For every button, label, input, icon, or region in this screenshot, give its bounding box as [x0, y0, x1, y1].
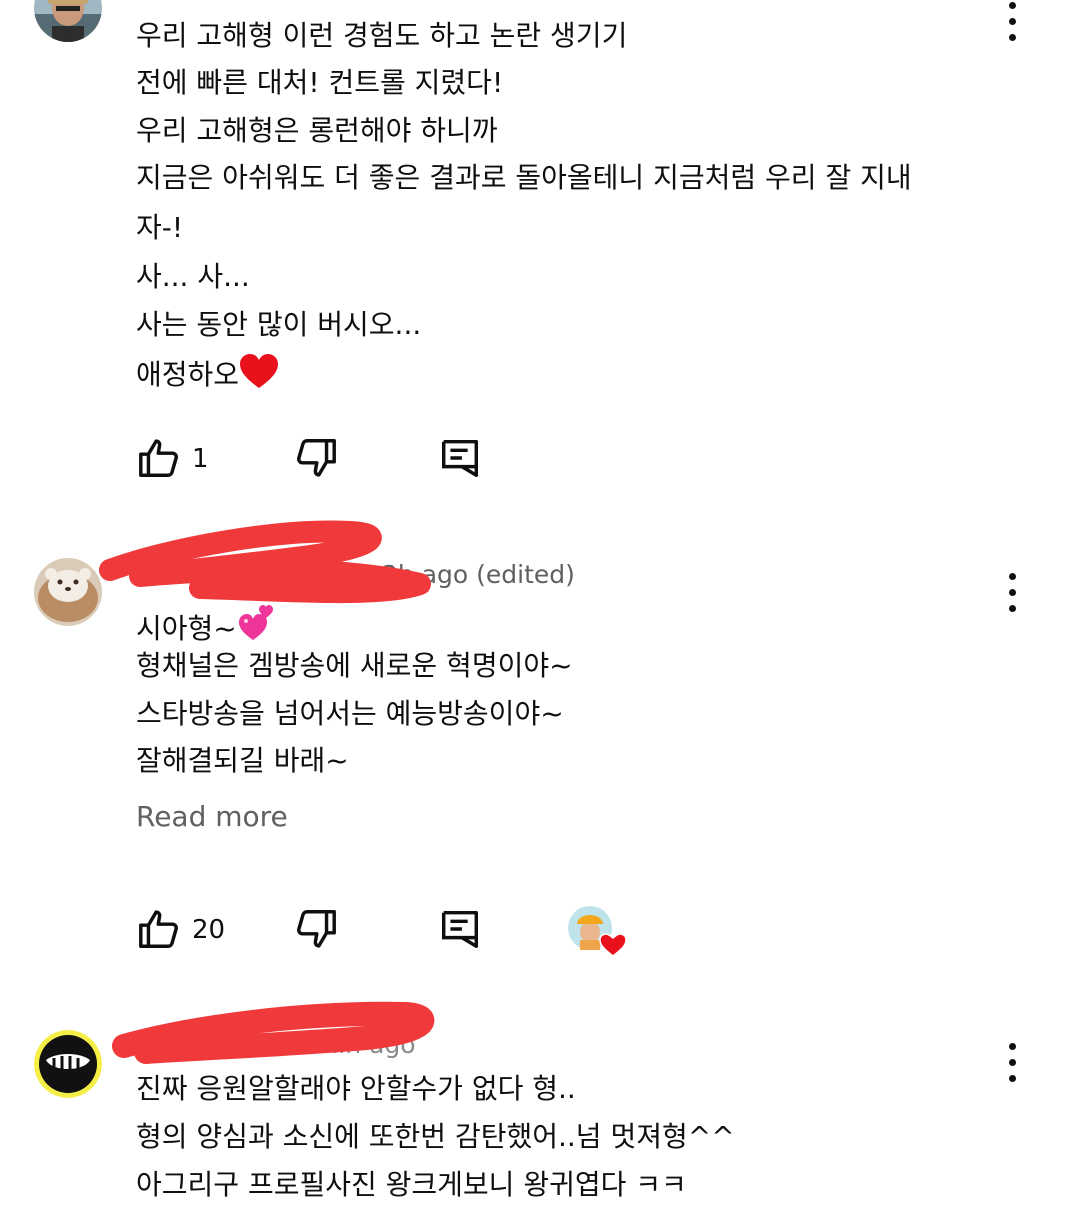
- comment-text-line: 우리 고해형 이런 경험도 하고 논란 생기기: [136, 19, 628, 52]
- comment-text-line: 아그리구 프로필사진 왕크게보니 왕귀엽다 ㅋㅋ: [136, 1168, 687, 1201]
- comment-text-line-last: 애정하오: [136, 354, 279, 398]
- comment-text: 애정하오: [136, 358, 240, 391]
- reply-button[interactable]: [437, 906, 483, 952]
- creator-heart-badge: [568, 906, 628, 958]
- comment-text-line: 스타방송을 넘어서는 예능방송이야~: [136, 697, 564, 730]
- like-count: 1: [192, 444, 209, 474]
- like-button[interactable]: [136, 435, 182, 481]
- comment-meta: 2h ago (edited): [382, 560, 575, 589]
- comment-text-line: 자-!: [136, 211, 184, 244]
- more-vert-icon[interactable]: [1009, 2, 1017, 44]
- red-heart-emoji: [239, 354, 279, 398]
- comment-text-line: 우리 고해형은 롱런해야 하니까: [136, 114, 498, 147]
- avatar[interactable]: [34, 0, 102, 42]
- comment-text-line: 전에 빠른 대처! 컨트롤 지렸다!: [136, 66, 504, 99]
- comment-text-line: 잘해결되길 바래~: [136, 744, 349, 777]
- like-count: 20: [192, 915, 226, 945]
- comment-text-line: 진짜 응원알할래야 안할수가 없다 형..: [136, 1072, 576, 1105]
- avatar[interactable]: [34, 1030, 102, 1098]
- comment-text-line: 형채널은 겜방송에 새로운 혁명이야~: [136, 649, 573, 682]
- comment-text-line: 사는 동안 많이 버시오...: [136, 308, 422, 341]
- thumbs-down-icon: [297, 439, 336, 477]
- dislike-button[interactable]: [293, 906, 339, 952]
- dislike-button[interactable]: [293, 435, 339, 481]
- thumbs-up-icon: [139, 439, 178, 477]
- comment-text-line: 사... 사...: [136, 260, 250, 293]
- reply-icon: [441, 910, 479, 948]
- comment-meta: min ago: [314, 1030, 416, 1059]
- thumbs-up-icon: [139, 910, 178, 948]
- read-more-link[interactable]: Read more: [136, 800, 288, 833]
- more-vert-icon[interactable]: [1009, 1043, 1017, 1085]
- comment-text: 시아형~: [136, 612, 237, 645]
- sparkling-heart-emoji: [237, 604, 277, 652]
- avatar[interactable]: [34, 558, 102, 626]
- reply-icon: [441, 439, 479, 477]
- thumbs-down-icon: [297, 910, 336, 948]
- more-vert-icon[interactable]: [1009, 573, 1017, 615]
- comment-text-line: 시아형~: [136, 604, 277, 652]
- comment-text-line: 형의 양심과 소신에 또한번 감탄했어..넘 멋져형^^: [136, 1120, 735, 1153]
- reply-button[interactable]: [437, 435, 483, 481]
- comment-text-line: 지금은 아쉬워도 더 좋은 결과로 돌아올테니 지금처럼 우리 잘 지내: [136, 161, 912, 194]
- like-button[interactable]: [136, 906, 182, 952]
